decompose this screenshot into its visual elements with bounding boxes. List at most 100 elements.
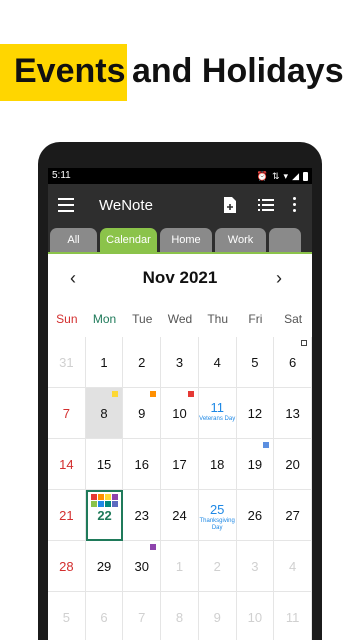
calendar-day[interactable]: 18 — [198, 439, 237, 490]
weekday-label: Sat — [284, 312, 303, 326]
battery-icon — [303, 171, 308, 181]
calendar-day[interactable]: 31 — [48, 337, 86, 388]
calendar-day[interactable]: 21 — [48, 490, 86, 541]
event-marker — [150, 544, 157, 550]
calendar-day[interactable]: 7 — [123, 592, 162, 640]
calendar-day[interactable]: 8 — [161, 592, 199, 640]
calendar-day[interactable]: 23 — [123, 490, 162, 541]
day-number: 3 — [175, 355, 184, 370]
day-number: 20 — [285, 457, 300, 472]
tab-calendar[interactable]: Calendar — [100, 228, 157, 252]
headline-word1: Events — [14, 52, 126, 90]
day-number: 4 — [289, 559, 297, 574]
day-number: 11 — [285, 610, 300, 625]
calendar-day[interactable]: 30 — [123, 541, 162, 592]
day-number: 9 — [138, 406, 146, 421]
calendar-day[interactable]: 1 — [85, 337, 124, 388]
calendar-day[interactable]: 24 — [161, 490, 199, 541]
event-marker — [112, 391, 119, 397]
day-number: 9 — [213, 610, 221, 625]
menu-icon[interactable] — [58, 198, 74, 214]
calendar-day[interactable]: 15 — [85, 439, 124, 490]
calendar-day[interactable]: 10 — [161, 388, 199, 439]
event-marker — [111, 501, 118, 507]
weekday-label: Wed — [167, 312, 193, 326]
tab-work[interactable]: Work — [215, 228, 266, 252]
day-number: 2 — [138, 355, 146, 370]
tab-all[interactable]: All — [50, 228, 97, 252]
day-number: 29 — [96, 559, 112, 574]
event-marker — [90, 494, 97, 500]
list-view-icon[interactable] — [258, 198, 274, 212]
holiday-label: Veterans Day — [199, 416, 236, 422]
calendar-day[interactable]: 6 — [274, 337, 312, 388]
calendar-day[interactable]: 2 — [198, 541, 237, 592]
event-marker — [300, 340, 307, 346]
day-number: 24 — [172, 508, 187, 523]
calendar-day[interactable]: 8 — [85, 388, 124, 439]
calendar-day[interactable]: 5 — [236, 337, 275, 388]
day-number: 16 — [134, 457, 149, 472]
more-options-icon[interactable] — [293, 197, 297, 215]
calendar-day[interactable]: 9 — [123, 388, 162, 439]
app-title: WeNote — [99, 197, 153, 214]
calendar-day[interactable]: 27 — [274, 490, 312, 541]
calendar-day[interactable]: 14 — [48, 439, 86, 490]
calendar-day[interactable]: 4 — [198, 337, 237, 388]
today-event-markers — [90, 494, 121, 507]
add-note-icon[interactable] — [223, 196, 237, 214]
calendar-day[interactable]: 5 — [48, 592, 86, 640]
calendar-day[interactable]: 7 — [48, 388, 86, 439]
calendar-day[interactable]: 10 — [236, 592, 275, 640]
calendar-day[interactable]: 20 — [274, 439, 312, 490]
day-number: 30 — [134, 559, 149, 574]
tab-home[interactable]: Home — [160, 228, 212, 252]
tab-bar: All Calendar Home Work — [48, 228, 312, 254]
tab-settings[interactable] — [269, 228, 301, 252]
calendar-day[interactable]: 2 — [123, 337, 162, 388]
day-number: 6 — [289, 355, 297, 370]
event-marker — [104, 494, 111, 500]
app-bar: WeNote — [48, 184, 312, 228]
day-number: 5 — [62, 610, 70, 625]
weekday-label: Fri — [248, 312, 263, 326]
day-number: 31 — [59, 355, 74, 370]
calendar-day[interactable]: 9 — [198, 592, 237, 640]
day-number: 7 — [138, 610, 146, 625]
calendar-day[interactable]: 13 — [274, 388, 312, 439]
event-marker — [90, 501, 97, 507]
event-marker — [150, 391, 157, 397]
calendar-day[interactable]: 3 — [161, 337, 199, 388]
calendar-day[interactable]: 17 — [161, 439, 199, 490]
day-number: 15 — [96, 457, 112, 472]
data-arrows-icon: ⇅ — [272, 171, 280, 181]
calendar-day[interactable]: 29 — [85, 541, 124, 592]
event-marker — [187, 391, 194, 397]
event-marker — [104, 501, 111, 507]
day-number: 8 — [175, 610, 184, 625]
promo-stage: Events and Holidays 5:11 ⏰ ⇅ ▾ ◢ WeNote — [0, 0, 360, 640]
day-number: 4 — [213, 355, 221, 370]
day-number: 12 — [247, 406, 263, 421]
calendar-day[interactable]: 6 — [85, 592, 124, 640]
event-marker — [263, 442, 270, 448]
calendar-day[interactable]: 19 — [236, 439, 275, 490]
calendar-day[interactable]: 28 — [48, 541, 86, 592]
day-number: 11 — [210, 400, 224, 415]
calendar-day[interactable]: 4 — [274, 541, 312, 592]
calendar-day[interactable]: 11 Veterans Day — [198, 388, 237, 439]
calendar-day[interactable]: 11 — [274, 592, 312, 640]
event-marker — [97, 494, 104, 500]
calendar-day[interactable]: 22 — [85, 490, 124, 541]
event-marker — [111, 494, 118, 500]
weekday-label: Thu — [207, 312, 229, 326]
day-number: 1 — [175, 559, 184, 574]
calendar-day[interactable]: 12 — [236, 388, 275, 439]
calendar-day[interactable]: 3 — [236, 541, 275, 592]
calendar-day[interactable]: 16 — [123, 439, 162, 490]
calendar-day[interactable]: 26 — [236, 490, 275, 541]
headline: Events and Holidays — [0, 44, 360, 101]
calendar-day[interactable]: 1 — [161, 541, 199, 592]
calendar-day[interactable]: 25 Thanksgiving Day — [198, 490, 237, 541]
next-month-button[interactable]: › — [276, 268, 282, 289]
